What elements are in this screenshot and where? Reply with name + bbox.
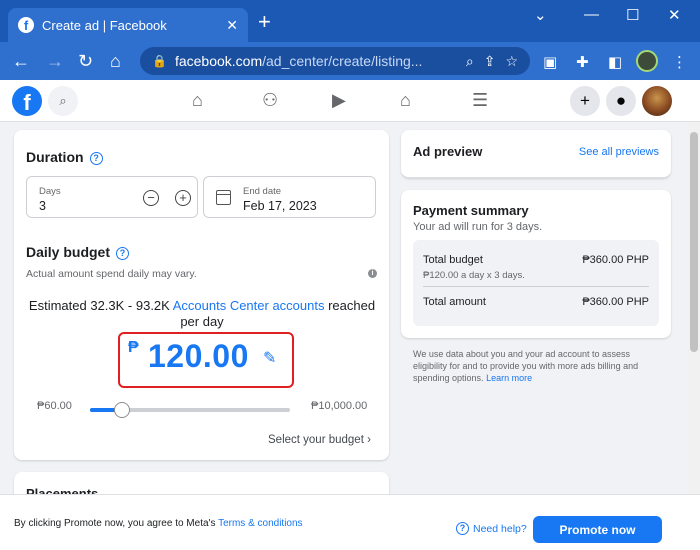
slider-thumb[interactable] xyxy=(114,402,130,418)
marketplace-icon[interactable]: ⌂ xyxy=(400,90,411,111)
chrome-menu-icon[interactable]: ⋮ xyxy=(672,53,687,71)
main-content: Duration? Days 3 − + End date Feb 17, 20… xyxy=(0,122,688,494)
forward-arrow-icon[interactable]: → xyxy=(46,51,64,71)
learn-more-link[interactable]: Learn more xyxy=(486,373,532,383)
end-date-value: Feb 17, 2023 xyxy=(243,199,317,213)
end-date-label: End date xyxy=(243,186,282,197)
terms-agreement: By clicking Promote now, you agree to Me… xyxy=(14,518,303,529)
reload-icon[interactable]: ↻ xyxy=(78,51,93,71)
help-icon[interactable]: ? xyxy=(116,247,130,260)
currency-symbol: ₱ xyxy=(128,339,139,356)
profile-avatar-icon[interactable] xyxy=(636,50,658,72)
help-icon[interactable]: ? xyxy=(89,152,103,165)
bookmark-star-icon[interactable]: ☆ xyxy=(505,53,518,70)
days-label: Days xyxy=(39,186,61,197)
placements-card: Placements xyxy=(14,472,389,494)
facebook-header: f ⌕ ⌂ ⚇ ▶ ⌂ ☰ + ● xyxy=(0,80,700,122)
info-icon[interactable]: i xyxy=(368,269,377,278)
minus-icon[interactable]: − xyxy=(143,190,159,206)
share-icon[interactable]: ⇪ xyxy=(484,53,496,70)
days-field[interactable]: Days 3 − + xyxy=(26,176,198,218)
extension-icon[interactable]: ▣ xyxy=(543,53,557,71)
budget-amount: 120.00 xyxy=(148,338,249,374)
payment-summary-card: Payment summary Your ad will run for 3 d… xyxy=(401,190,671,338)
new-tab-icon[interactable]: + xyxy=(258,11,271,33)
end-date-field[interactable]: End date Feb 17, 2023 xyxy=(203,176,376,218)
side-panel-icon[interactable]: ◧ xyxy=(608,53,622,71)
minimize-icon[interactable]: — xyxy=(584,6,599,23)
ad-preview-title: Ad preview xyxy=(413,144,483,159)
browser-tab[interactable]: f Create ad | Facebook ✕ xyxy=(8,8,248,42)
budget-note: Actual amount spend daily may vary. xyxy=(26,268,197,280)
ad-preview-card: Ad preview See all previews xyxy=(401,130,671,178)
need-help-link[interactable]: ? Need help? xyxy=(456,522,527,535)
calendar-icon xyxy=(216,190,231,205)
terms-link[interactable]: Terms & conditions xyxy=(218,518,302,529)
friends-icon[interactable]: ⚇ xyxy=(262,90,278,111)
budget-slider[interactable] xyxy=(90,402,290,418)
page-scrollbar[interactable] xyxy=(688,122,700,494)
placements-title: Placements xyxy=(26,486,99,494)
scrollbar-thumb[interactable] xyxy=(690,132,698,352)
pencil-edit-icon[interactable]: ✎ xyxy=(263,348,276,368)
facebook-logo-icon[interactable]: f xyxy=(12,86,42,116)
menu-icon[interactable]: ☰ xyxy=(472,90,488,111)
total-amount-row: Total amount ₱360.00 PHP xyxy=(423,296,649,308)
address-bar[interactable]: 🔒 facebook.com/ad_center/create/listing.… xyxy=(140,47,530,75)
budget-max-label: ₱10,000.00 xyxy=(311,400,368,412)
help-icon: ? xyxy=(456,522,469,535)
promote-footer: By clicking Promote now, you agree to Me… xyxy=(0,494,700,550)
estimated-reach: Estimated 32.3K - 93.2K Accounts Center … xyxy=(28,298,376,329)
zoom-icon[interactable]: ⌕ xyxy=(466,53,474,70)
select-budget-link[interactable]: Select your budget › xyxy=(268,434,371,446)
watch-icon[interactable]: ▶ xyxy=(332,90,346,111)
accounts-center-link[interactable]: Accounts Center accounts xyxy=(173,298,325,313)
home-icon[interactable]: ⌂ xyxy=(192,90,203,111)
tab-close-icon[interactable]: ✕ xyxy=(226,17,238,34)
budget-breakdown: ₱120.00 a day x 3 days. xyxy=(423,270,525,281)
url-text: facebook.com/ad_center/create/listing... xyxy=(174,53,423,69)
facebook-favicon-icon: f xyxy=(18,17,34,33)
chevron-right-icon: › xyxy=(367,434,371,446)
total-budget-row: Total budget ₱360.00 PHP xyxy=(423,254,649,266)
maximize-icon[interactable]: ☐ xyxy=(626,6,639,24)
browser-tab-bar: f Create ad | Facebook ✕ + ⌄ — ☐ ✕ xyxy=(0,0,700,42)
summary-details: Total budget ₱360.00 PHP ₱120.00 a day x… xyxy=(413,240,659,326)
tab-search-chevron-icon[interactable]: ⌄ xyxy=(534,6,547,24)
budget-min-label: ₱60.00 xyxy=(37,400,72,412)
browser-toolbar: ← → ↻ ⌂ 🔒 facebook.com/ad_center/create/… xyxy=(0,42,700,80)
user-avatar[interactable] xyxy=(642,86,672,116)
notifications-bell-icon[interactable]: ● xyxy=(606,86,636,116)
create-plus-icon[interactable]: + xyxy=(570,86,600,116)
puzzle-extensions-icon[interactable]: ✚ xyxy=(576,53,589,71)
promote-now-button[interactable]: Promote now xyxy=(533,516,662,543)
days-value: 3 xyxy=(39,199,46,213)
home-button-icon[interactable]: ⌂ xyxy=(110,51,121,71)
plus-icon[interactable]: + xyxy=(175,190,191,206)
lock-icon: 🔒 xyxy=(152,54,167,68)
summary-divider xyxy=(423,286,649,287)
daily-budget-amount[interactable]: ₱ 120.00 ✎ xyxy=(118,332,294,388)
tab-title: Create ad | Facebook xyxy=(42,17,167,33)
billing-disclaimer: We use data about you and your ad accoun… xyxy=(413,349,639,383)
daily-budget-title: Daily budget? xyxy=(26,244,130,260)
see-all-previews-link[interactable]: See all previews xyxy=(579,146,659,158)
duration-title: Duration? xyxy=(26,149,103,165)
payment-summary-subtitle: Your ad will run for 3 days. xyxy=(413,221,543,233)
payment-summary-title: Payment summary xyxy=(413,203,529,218)
back-arrow-icon[interactable]: ← xyxy=(12,51,30,71)
search-icon[interactable]: ⌕ xyxy=(48,86,78,116)
window-close-icon[interactable]: ✕ xyxy=(668,6,681,24)
